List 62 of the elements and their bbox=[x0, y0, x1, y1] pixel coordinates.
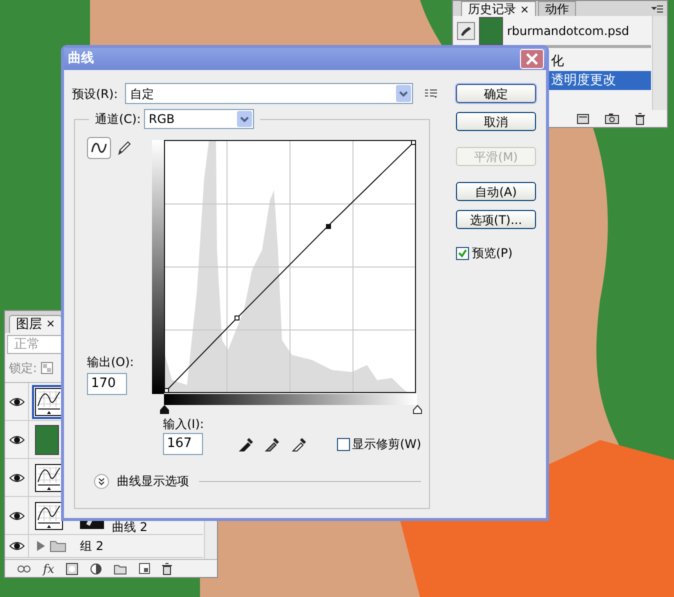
photo-thumbnail bbox=[479, 16, 503, 44]
caret-icon[interactable] bbox=[236, 111, 252, 127]
brush-icon[interactable] bbox=[457, 22, 475, 40]
input-field[interactable]: 167 bbox=[163, 433, 203, 455]
eye-icon[interactable] bbox=[8, 396, 24, 408]
input-slider-handle[interactable] bbox=[160, 405, 169, 414]
eyedropper-icon[interactable] bbox=[292, 436, 308, 452]
trash-icon[interactable] bbox=[162, 562, 172, 574]
preset-dropdown[interactable]: 自定 bbox=[125, 83, 413, 104]
show-clipping-checkbox[interactable] bbox=[337, 438, 350, 450]
preset-label: 预设(R): bbox=[72, 86, 119, 102]
layer-name[interactable]: 组 2 bbox=[80, 537, 104, 555]
show-clipping-label[interactable]: 显示修剪(W) bbox=[352, 435, 422, 453]
folder-icon[interactable] bbox=[50, 540, 66, 552]
curve-tool-button[interactable] bbox=[87, 137, 111, 159]
adjustment-icon[interactable] bbox=[90, 562, 102, 574]
close-icon[interactable]: × bbox=[520, 4, 530, 14]
eyedropper-icon[interactable] bbox=[265, 436, 281, 452]
output-label: 输出(O): bbox=[87, 354, 135, 371]
close-icon[interactable]: × bbox=[46, 316, 56, 333]
checkerboard-icon[interactable] bbox=[41, 362, 54, 374]
input-label: 输入(I): bbox=[163, 416, 204, 433]
panel-tab[interactable]: 动作 bbox=[538, 1, 576, 16]
eye-icon[interactable] bbox=[8, 510, 24, 522]
expand-triangle-icon[interactable] bbox=[37, 541, 45, 551]
folder-icon[interactable] bbox=[114, 562, 128, 574]
layer-name[interactable]: 曲线 2 bbox=[112, 521, 148, 533]
preview-checkbox[interactable] bbox=[456, 246, 469, 260]
link-icon[interactable] bbox=[17, 564, 31, 572]
pencil-icon[interactable] bbox=[117, 140, 131, 156]
caret-icon[interactable] bbox=[396, 85, 411, 102]
scrollbar[interactable] bbox=[652, 16, 667, 110]
new-document-icon[interactable] bbox=[577, 114, 589, 124]
channel-dropdown[interactable]: RGB bbox=[144, 109, 254, 129]
panel-menu-icon[interactable] bbox=[651, 5, 663, 13]
eyedropper-icon[interactable] bbox=[239, 436, 255, 452]
preview-label[interactable]: 预览(P) bbox=[472, 244, 513, 262]
output-field[interactable]: 170 bbox=[87, 373, 127, 395]
eye-icon[interactable] bbox=[8, 434, 24, 446]
expand-button[interactable] bbox=[94, 474, 109, 488]
dialog-button[interactable]: 取消 bbox=[456, 112, 536, 131]
input-slider-handle[interactable] bbox=[413, 405, 422, 414]
curves-graph-drawing[interactable] bbox=[152, 140, 417, 394]
eye-icon[interactable] bbox=[8, 540, 24, 552]
mask-icon[interactable] bbox=[66, 562, 78, 574]
lock-label: 锁定: bbox=[9, 360, 38, 377]
camera-icon[interactable] bbox=[605, 113, 619, 124]
dialog-button[interactable]: 选项(T)... bbox=[456, 210, 536, 229]
list-menu-icon[interactable] bbox=[425, 88, 437, 98]
panel-tab[interactable]: 历史记录 × bbox=[461, 1, 536, 16]
trash-icon[interactable] bbox=[635, 112, 645, 124]
close-button[interactable] bbox=[520, 49, 544, 69]
dialog-button[interactable]: 自动(A) bbox=[456, 182, 536, 201]
window-title: 曲线 bbox=[68, 50, 94, 68]
checkmark-icon bbox=[458, 248, 467, 258]
new-layer-icon[interactable] bbox=[139, 563, 150, 574]
fx-button[interactable]: fx bbox=[43, 562, 54, 574]
eye-icon[interactable] bbox=[8, 472, 24, 484]
panel-tab[interactable]: 图层 × bbox=[9, 315, 62, 333]
display-options-label: 曲线显示选项 bbox=[117, 473, 189, 490]
channel-label: 通道(C): bbox=[95, 111, 141, 128]
dialog-button[interactable]: 确定 bbox=[456, 84, 536, 103]
